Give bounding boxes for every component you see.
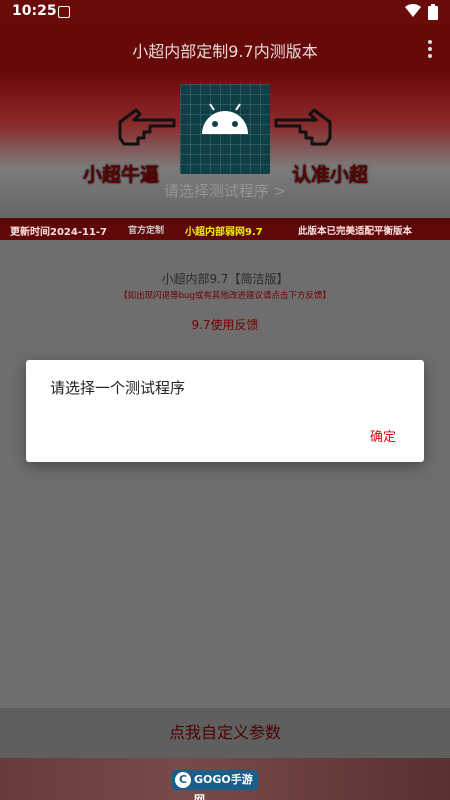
update-date: 更新时间2024-11-7	[10, 227, 108, 238]
feedback-link[interactable]: 9.7使用反馈	[0, 316, 450, 333]
app-title: 小超内部定制9.7内测版本	[132, 42, 318, 61]
status-bar: 10:25	[0, 0, 450, 24]
info-strip: 更新时间2024-11-7 官方定制 小超内部弱网9.7 此版本已完美适配平衡版…	[0, 218, 450, 240]
network-label: 小超内部弱网9.7	[185, 227, 263, 238]
logo-mark-icon: C	[175, 772, 191, 788]
feedback-hint: 【如出现闪退等bug或有其他改进建议请点击下方反馈】	[119, 291, 331, 301]
android-icon[interactable]	[180, 84, 270, 174]
compat-tip: 此版本已完美适配平衡版本	[298, 226, 413, 237]
ok-button[interactable]: 确定	[370, 426, 396, 445]
battery-icon	[428, 4, 438, 20]
more-vert-icon[interactable]	[418, 37, 442, 61]
footer-banner: C GOGO手游网	[0, 758, 450, 800]
app-bar: 小超内部定制9.7内测版本	[0, 24, 450, 74]
status-time: 10:25	[12, 3, 57, 19]
pointing-hand-right-icon	[118, 108, 176, 146]
custom-label: 官方定制	[128, 226, 165, 236]
choose-program-link[interactable]: 请选择测试程序 >	[0, 180, 450, 201]
main-content: 小超内部9.7【简洁版】 【如出现闪退等bug或有其他改进建议请点击下方反馈】 …	[0, 240, 450, 708]
custom-params-button[interactable]: 点我自定义参数	[0, 708, 450, 758]
dialog-message: 请选择一个测试程序	[50, 379, 186, 397]
wifi-icon	[405, 4, 421, 17]
version-label: 小超内部9.7【简洁版】	[161, 272, 289, 286]
banner: 小超牛逼 认准小超 请选择测试程序 >	[0, 74, 450, 218]
app-notification-icon	[58, 6, 70, 18]
select-program-dialog: 请选择一个测试程序 确定	[26, 360, 424, 462]
footer-logo-text: GOGO手游网	[194, 773, 253, 800]
footer-logo: C GOGO手游网	[172, 770, 258, 800]
pointing-hand-left-icon	[274, 108, 332, 146]
